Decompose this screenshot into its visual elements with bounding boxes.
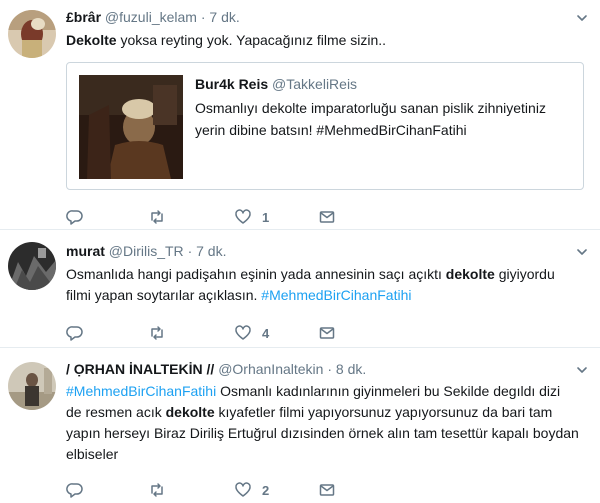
- direct-message-icon: [319, 327, 335, 339]
- tweet-3[interactable]: / ỌRHAN İNALTEKİN // @OrhanInaltekin · 8…: [0, 348, 600, 503]
- direct-message-button[interactable]: [318, 323, 346, 343]
- like-button[interactable]: 2: [234, 480, 269, 500]
- tweet-text-line-3: yapın herseyı Biraz Diriliş Ertuğrul dız…: [66, 425, 579, 441]
- hashtag-link[interactable]: #MehmedBirCihanFatihi: [261, 287, 411, 303]
- tweet-1[interactable]: £brâr @fuzuli_kelam · 7 dk. Dekolte yoks…: [0, 0, 600, 230]
- quoted-display-name[interactable]: Bur4k Reis: [195, 76, 268, 92]
- avatar[interactable]: [8, 242, 56, 290]
- timestamp[interactable]: 7 dk.: [209, 9, 239, 25]
- tweet-text-rest: yoksa reyting yok. Yapacağınız filme siz…: [116, 32, 387, 48]
- reply-icon: [66, 326, 83, 341]
- tweet-text-line-4: elbiseler: [66, 446, 119, 462]
- chevron-down-icon[interactable]: [576, 246, 588, 258]
- text-segment: Osmanlı kadınlarının giyinmeleri bu Seki…: [216, 383, 561, 399]
- tweet-header: / ỌRHAN İNALTEKİN // @OrhanInaltekin · 8…: [66, 360, 366, 378]
- retweet-icon: [151, 483, 163, 497]
- keyword-highlight: Dekolte: [66, 32, 117, 48]
- like-icon: [235, 482, 251, 497]
- retweet-button[interactable]: [148, 207, 176, 227]
- like-icon: [235, 209, 251, 224]
- direct-message-icon: [319, 211, 335, 223]
- chevron-down-icon[interactable]: [576, 12, 588, 24]
- tweet-text-line-2: filmi yapan soytarılar açıklasın. #Mehme…: [66, 285, 555, 306]
- display-name[interactable]: £brâr: [66, 9, 101, 25]
- reply-button[interactable]: [66, 323, 94, 343]
- user-handle[interactable]: @Dirilis_TR: [109, 243, 184, 259]
- reply-icon: [66, 483, 83, 498]
- retweet-icon: [151, 210, 163, 224]
- like-count: 4: [262, 325, 270, 341]
- like-icon: [235, 325, 251, 340]
- tweet-2[interactable]: murat @Dirilis_TR · 7 dk. Osmanlıda hang…: [0, 230, 600, 348]
- timestamp[interactable]: 8 dk.: [336, 361, 366, 377]
- text-segment: giyiyordu: [494, 266, 555, 282]
- separator-dot: ·: [200, 9, 206, 25]
- tweet-actions: 2: [66, 480, 406, 500]
- separator-dot: ·: [327, 361, 333, 377]
- keyword-highlight: dekolte: [165, 404, 215, 420]
- tweet-text: Dekolte yoksa reyting yok. Yapacağınız f…: [66, 30, 386, 51]
- retweet-button[interactable]: [148, 323, 176, 343]
- separator-dot: ·: [187, 243, 193, 259]
- tweet-text: #MehmedBirCihanFatihi Osmanlı kadınların…: [66, 381, 579, 465]
- reply-icon: [66, 210, 83, 225]
- text-segment: Osmanlıda hangi padişahın eşinin yada an…: [66, 266, 446, 282]
- tweet-text-line-1: #MehmedBirCihanFatihi Osmanlı kadınların…: [66, 381, 579, 402]
- text-segment: de resmen acık: [66, 404, 166, 420]
- quoted-tweet-text: Osmanlıyı dekolte imparatorluğu sanan pi…: [195, 97, 546, 141]
- like-count: 1: [262, 209, 270, 225]
- user-handle[interactable]: @fuzuli_kelam: [105, 9, 197, 25]
- tweet-actions: 1: [66, 207, 406, 227]
- direct-message-button[interactable]: [318, 480, 346, 500]
- text-segment: kıyafetler filmi yapıyorsunuz yapıyorsun…: [214, 404, 553, 420]
- reply-button[interactable]: [66, 480, 94, 500]
- text-segment: filmi yapan soytarılar açıklasın.: [66, 287, 262, 303]
- reply-button[interactable]: [66, 207, 94, 227]
- timestamp[interactable]: 7 dk.: [196, 243, 226, 259]
- quoted-user-handle[interactable]: @TakkeliReis: [272, 76, 357, 92]
- tweet-text-line-1: Osmanlıda hangi padişahın eşinin yada an…: [66, 264, 555, 285]
- retweet-icon: [151, 326, 163, 340]
- tweet-header: £brâr @fuzuli_kelam · 7 dk.: [66, 8, 240, 26]
- quoted-tweet-header: Bur4k Reis @TakkeliReis: [195, 75, 357, 93]
- direct-message-button[interactable]: [318, 207, 346, 227]
- tweet-header: murat @Dirilis_TR · 7 dk.: [66, 242, 226, 260]
- retweet-button[interactable]: [148, 480, 176, 500]
- display-name[interactable]: murat: [66, 243, 105, 259]
- like-count: 2: [262, 482, 270, 498]
- tweet-text: Osmanlıda hangi padişahın eşinin yada an…: [66, 264, 555, 306]
- display-name[interactable]: / ỌRHAN İNALTEKİN //: [66, 361, 214, 377]
- user-handle[interactable]: @OrhanInaltekin: [218, 361, 323, 377]
- chevron-down-icon[interactable]: [576, 364, 588, 376]
- tweet-text-line-2: de resmen acık dekolte kıyafetler filmi …: [66, 402, 579, 423]
- quoted-text-line-2: yerin dibine batsın! #MehmedBirCihanFati…: [195, 122, 467, 138]
- avatar[interactable]: [8, 10, 56, 58]
- quoted-text-line-1: Osmanlıyı dekolte imparatorluğu sanan pi…: [195, 100, 546, 116]
- like-button[interactable]: 4: [234, 323, 269, 343]
- hashtag-link[interactable]: #MehmedBirCihanFatihi: [66, 383, 216, 399]
- quoted-tweet[interactable]: Bur4k Reis @TakkeliReis Osmanlıyı dekolt…: [66, 62, 584, 190]
- keyword-highlight: dekolte: [445, 266, 495, 282]
- tweet-actions: 4: [66, 323, 406, 343]
- direct-message-icon: [319, 484, 335, 496]
- like-button[interactable]: 1: [234, 207, 269, 227]
- avatar[interactable]: [8, 362, 56, 410]
- quoted-tweet-media[interactable]: [79, 75, 183, 179]
